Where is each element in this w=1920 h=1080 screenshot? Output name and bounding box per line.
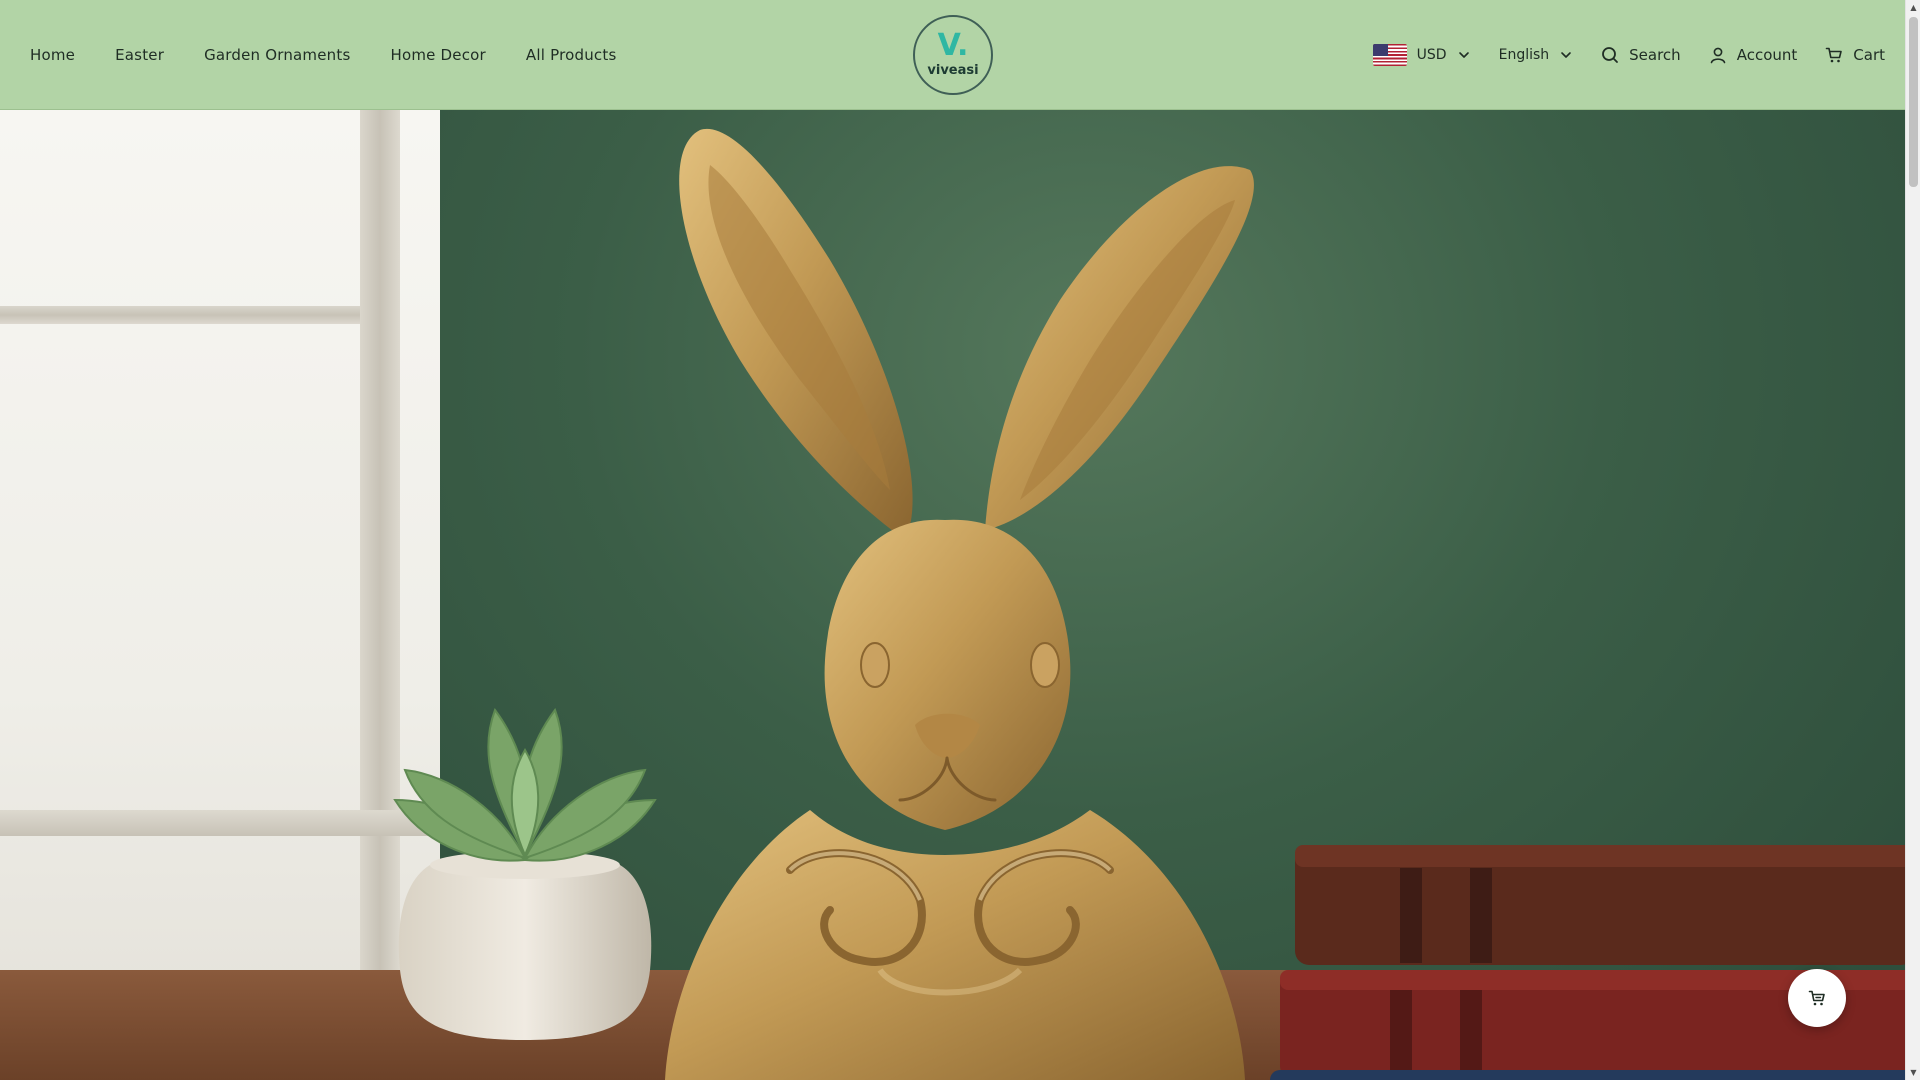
floating-cart-button[interactable] [1788,969,1846,1027]
logo-mark: V. [937,27,969,63]
nav-link-home-decor[interactable]: Home Decor [390,46,485,64]
user-icon [1710,47,1726,63]
nav-link-all-products[interactable]: All Products [526,46,617,64]
search-icon [1602,46,1619,63]
language-selector[interactable]: English [1499,47,1574,63]
currency-value: USD [1416,46,1447,63]
account-label: Account [1736,45,1798,64]
currency-selector[interactable]: USD [1372,43,1471,66]
hero-illustration [393,128,1905,1080]
scroll-down-arrow[interactable]: ▼ [1906,1065,1920,1080]
scroll-thumb[interactable] [1909,17,1918,187]
succulent-plant [393,707,657,1040]
chevron-down-icon [1561,51,1571,58]
vertical-scrollbar[interactable]: ▲ ▼ [1905,0,1920,1080]
hero-banner[interactable] [0,110,1905,1080]
site-logo[interactable]: V. viveasi [913,15,993,95]
nav-link-home[interactable]: Home [30,46,75,64]
language-value: English [1498,46,1550,63]
cart-icon [1825,47,1843,62]
scroll-up-arrow[interactable]: ▲ [1906,0,1920,15]
search-label: Search [1629,45,1681,64]
site-header: Home Easter Garden Ornaments Home Decor … [0,0,1905,110]
account-button[interactable]: Account [1709,45,1798,64]
header-actions: USD English Search Account Cart [1372,0,1885,109]
nav-link-garden-ornaments[interactable]: Garden Ornaments [204,46,350,64]
cart-button[interactable]: Cart [1825,46,1885,64]
page: Home Easter Garden Ornaments Home Decor … [0,0,1920,1080]
nav-link-easter[interactable]: Easter [115,46,164,64]
chevron-down-icon [1458,51,1469,58]
search-button[interactable]: Search [1601,46,1681,64]
main-nav: Home Easter Garden Ornaments Home Decor … [30,0,616,109]
cart-label: Cart [1853,45,1885,64]
golden-rabbit [665,128,1254,1080]
logo-text: viveasi [927,62,979,78]
cart-icon [1808,990,1825,1006]
books-stack [1270,845,1905,1080]
us-flag-icon [1372,43,1407,66]
